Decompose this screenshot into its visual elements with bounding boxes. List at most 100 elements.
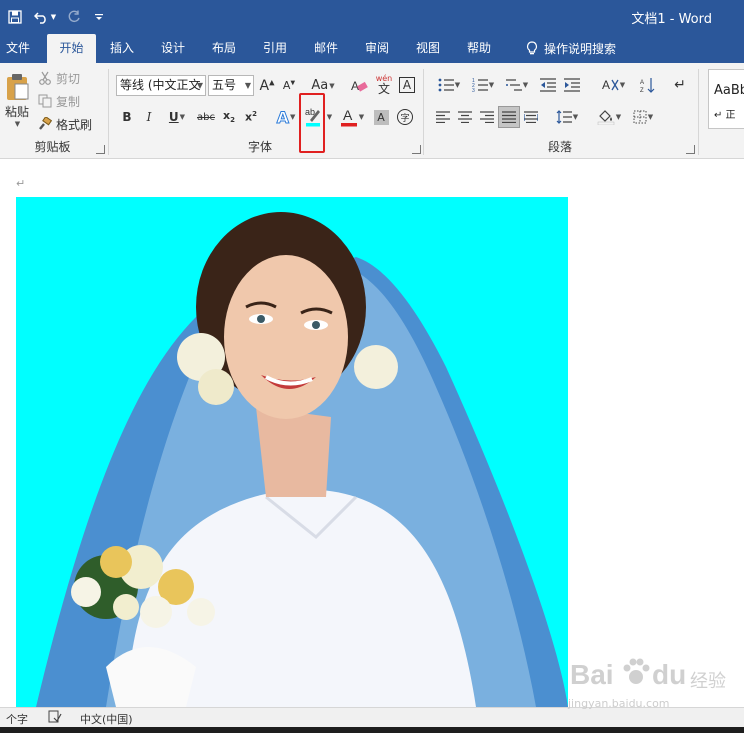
language-indicator[interactable]: 中文(中国) bbox=[80, 711, 133, 727]
show-marks-button[interactable]: ↵ bbox=[670, 75, 690, 95]
font-size-value: 五号 bbox=[212, 78, 237, 92]
quick-access-toolbar: ▼ bbox=[0, 0, 110, 34]
proofing-icon[interactable] bbox=[48, 710, 62, 726]
subscript-button[interactable]: x2 bbox=[221, 108, 237, 126]
align-center-button[interactable] bbox=[456, 108, 474, 126]
increase-indent-icon bbox=[564, 78, 580, 92]
format-painter-button[interactable]: 格式刷 bbox=[38, 115, 92, 133]
strikethrough-button[interactable]: abc bbox=[196, 108, 216, 126]
separator bbox=[698, 69, 699, 155]
borders-icon bbox=[633, 110, 647, 124]
sort-icon: AZ bbox=[640, 78, 655, 93]
justify-icon bbox=[502, 111, 516, 123]
copy-icon bbox=[38, 94, 52, 108]
svg-text:A: A bbox=[602, 78, 610, 92]
brush-icon bbox=[39, 117, 52, 130]
cut-button[interactable]: 剪切 bbox=[38, 69, 80, 87]
italic-icon: I bbox=[146, 110, 152, 124]
undo-icon[interactable]: ▼ bbox=[30, 0, 60, 34]
svg-text:A: A bbox=[640, 80, 644, 86]
tab-home[interactable]: 开始 bbox=[47, 34, 96, 63]
font-name-combo[interactable]: 等线 (中文正文 ▼ bbox=[116, 75, 206, 96]
copy-button[interactable]: 复制 bbox=[38, 92, 80, 110]
decrease-indent-button[interactable] bbox=[538, 75, 558, 95]
justify-button[interactable] bbox=[498, 106, 520, 128]
tab-view[interactable]: 视图 bbox=[410, 34, 446, 63]
align-right-button[interactable] bbox=[478, 108, 496, 126]
style-sub: ↵ 正 bbox=[714, 110, 736, 121]
word-count[interactable]: 个字 bbox=[6, 711, 28, 727]
tell-me-search[interactable]: 操作说明搜索 bbox=[516, 34, 626, 63]
watermark-brand: Bai bbox=[570, 659, 614, 690]
tab-insert[interactable]: 插入 bbox=[104, 34, 140, 63]
baidu-watermark: Bai du 经验 jingyan.baidu.com bbox=[566, 655, 744, 715]
subscript-icon: x2 bbox=[223, 109, 235, 125]
text-effects-button[interactable]: A ▼ bbox=[272, 106, 300, 128]
redo-icon[interactable] bbox=[60, 0, 88, 34]
multilevel-list-icon bbox=[505, 79, 522, 91]
svg-text:3: 3 bbox=[472, 88, 475, 92]
callout-highlight-box bbox=[299, 93, 325, 153]
bride-photo[interactable] bbox=[16, 197, 568, 707]
align-left-icon bbox=[436, 111, 450, 123]
borders-button[interactable]: ▼ bbox=[628, 108, 658, 126]
tab-help[interactable]: 帮助 bbox=[461, 34, 497, 63]
multilevel-list-button[interactable]: ▼ bbox=[502, 75, 532, 95]
distributed-button[interactable] bbox=[522, 108, 540, 126]
decrease-indent-icon bbox=[540, 78, 556, 92]
grow-font-button[interactable]: A▲ bbox=[258, 75, 276, 96]
phonetic-guide-button[interactable]: wén 文 bbox=[374, 73, 394, 97]
separator bbox=[108, 69, 109, 155]
tab-layout[interactable]: 布局 bbox=[206, 34, 242, 63]
highlight-dropdown-icon[interactable]: ▼ bbox=[325, 108, 333, 126]
copy-label: 复制 bbox=[56, 94, 81, 109]
save-icon[interactable] bbox=[0, 0, 30, 34]
font-color-button[interactable]: A ▼ bbox=[338, 106, 366, 128]
clear-format-button[interactable]: A bbox=[350, 75, 370, 96]
tab-mailings[interactable]: 邮件 bbox=[308, 34, 344, 63]
shading-button[interactable]: ▼ bbox=[594, 108, 624, 126]
paragraph-launcher-icon[interactable] bbox=[686, 145, 695, 154]
enclose-characters-button[interactable]: 字 bbox=[395, 108, 415, 126]
style-preview: AaBb bbox=[714, 83, 744, 98]
tab-references[interactable]: 引用 bbox=[257, 34, 293, 63]
superscript-button[interactable]: x2 bbox=[243, 108, 259, 126]
underline-button[interactable]: U ▼ bbox=[164, 108, 190, 126]
format-painter-label: 格式刷 bbox=[56, 117, 93, 132]
bold-icon: B bbox=[122, 110, 132, 124]
watermark-du: du bbox=[652, 659, 687, 690]
character-border-button[interactable]: A bbox=[397, 75, 417, 95]
chinese-layout-button[interactable]: A ▼ bbox=[598, 75, 628, 95]
italic-button[interactable]: I bbox=[142, 108, 156, 126]
paw-icon bbox=[621, 657, 651, 690]
character-shading-button[interactable]: A bbox=[372, 108, 390, 126]
font-launcher-icon[interactable] bbox=[412, 145, 421, 154]
customize-icon[interactable] bbox=[88, 0, 110, 34]
bullets-button[interactable]: ▼ bbox=[434, 75, 464, 95]
styles-gallery[interactable]: AaBb ↵ 正 bbox=[708, 69, 744, 129]
phonetic-char: 文 bbox=[377, 82, 390, 96]
paste-label: 粘贴 bbox=[4, 104, 29, 119]
line-spacing-button[interactable]: ▼ bbox=[552, 108, 582, 126]
watermark-jingyan: 经验 bbox=[690, 671, 726, 692]
tab-file[interactable]: 文件 bbox=[0, 34, 36, 63]
title-bar: ▼ 文档1 - Word bbox=[0, 0, 744, 34]
numbering-button[interactable]: 1 2 3 ▼ bbox=[468, 75, 498, 95]
tab-review[interactable]: 审阅 bbox=[359, 34, 395, 63]
character-border-icon: A bbox=[399, 77, 415, 93]
clipboard-icon bbox=[7, 73, 29, 100]
cut-label: 剪切 bbox=[56, 71, 81, 86]
align-left-button[interactable] bbox=[434, 108, 452, 126]
character-shading-icon: A bbox=[373, 109, 389, 125]
sort-button[interactable]: AZ bbox=[638, 75, 658, 95]
clipboard-launcher-icon[interactable] bbox=[96, 145, 105, 154]
font-name-value: 等线 (中文正文 bbox=[120, 78, 201, 92]
font-size-combo[interactable]: 五号 ▼ bbox=[208, 75, 254, 96]
paste-button[interactable]: 粘贴 ▼ bbox=[2, 69, 32, 131]
watermark-url: jingyan.baidu.com bbox=[568, 697, 670, 710]
bold-button[interactable]: B bbox=[120, 108, 134, 126]
document-area[interactable]: ↵ bbox=[0, 159, 744, 707]
increase-indent-button[interactable] bbox=[562, 75, 582, 95]
tab-design[interactable]: 设计 bbox=[155, 34, 191, 63]
shrink-font-button[interactable]: A▼ bbox=[280, 75, 298, 96]
